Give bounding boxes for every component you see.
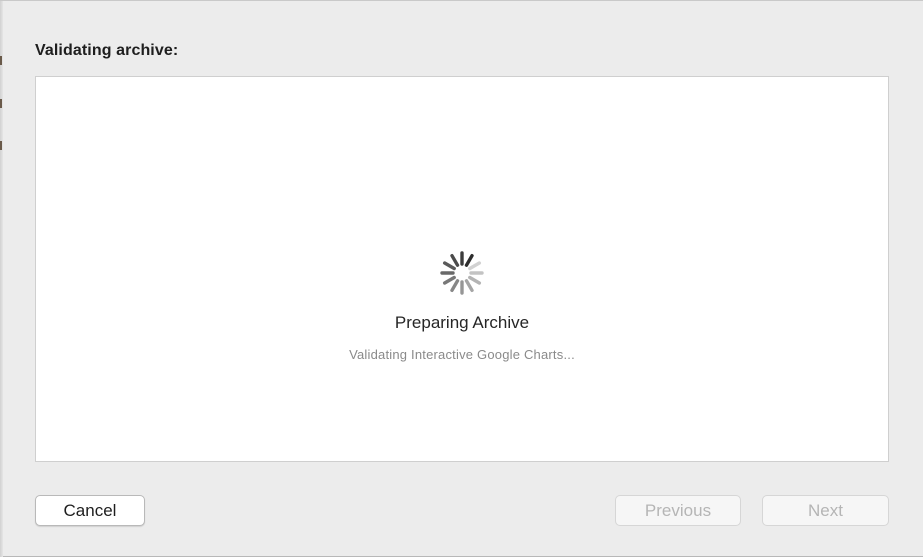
spinner-spoke [442,275,456,285]
previous-button[interactable]: Previous [615,495,741,526]
next-button[interactable]: Next [762,495,889,526]
edge-mark [0,56,2,65]
edge-mark [0,99,2,108]
window-edge [0,1,3,557]
status-title: Preparing Archive [394,313,530,332]
activity-spinner-icon [440,251,484,295]
spinner-spoke [442,261,456,271]
spinner-spoke [468,275,482,285]
edge-mark [0,141,2,150]
spinner-spoke [464,253,474,267]
spinner-spoke [450,279,460,293]
cancel-button[interactable]: Cancel [35,495,145,526]
spinner-spoke [464,279,474,293]
content-panel: Preparing Archive Validating Interactive… [35,76,889,462]
spinner-spoke [468,261,482,271]
spinner-spoke [450,253,460,267]
validation-sheet: Validating archive: Preparing Archive Va… [0,0,923,557]
status-detail: Validating Interactive Google Charts... [349,347,575,362]
dialog-title: Validating archive: [35,42,179,59]
